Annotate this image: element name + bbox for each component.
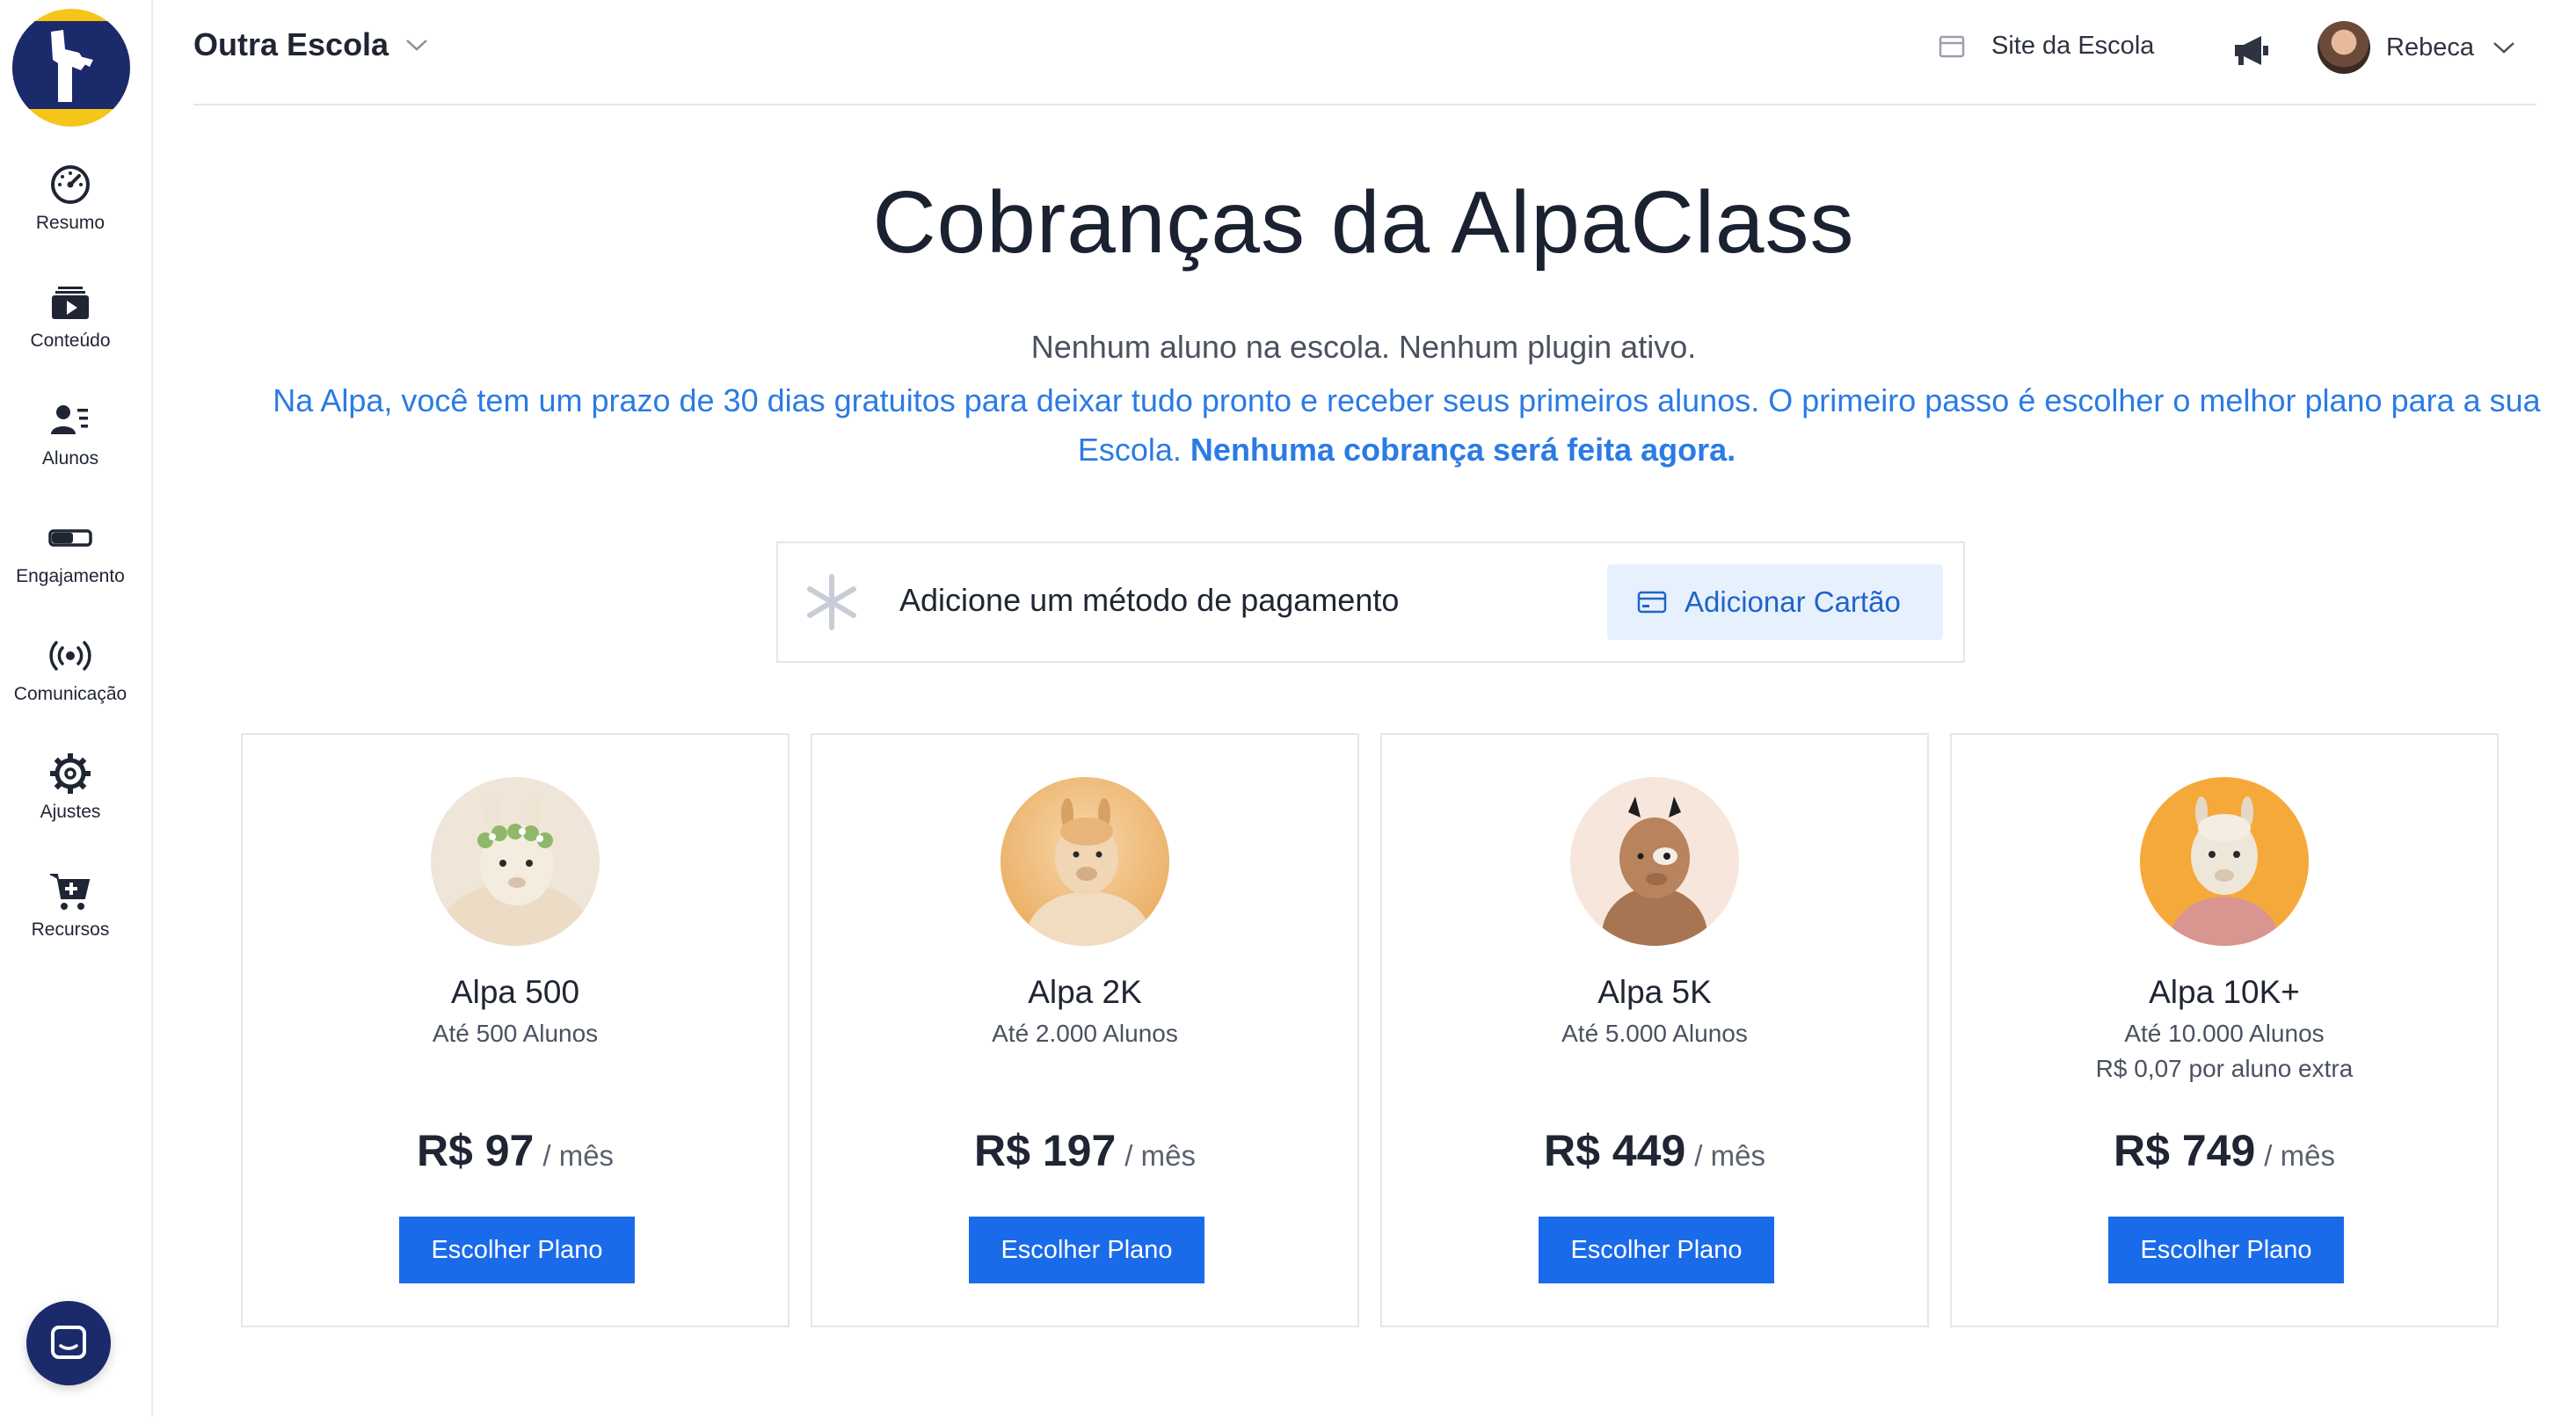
sidebar-item-label: Engajamento bbox=[16, 566, 125, 586]
sidebar: Resumo Conteúdo Alunos Engajamento Comun… bbox=[0, 0, 153, 1417]
plan-card-alpa-10k: Alpa 10K+ Até 10.000 Alunos R$ 0,07 por … bbox=[1950, 733, 2499, 1327]
no-charge-notice: Nenhuma cobrança será feita agora. bbox=[1190, 432, 1736, 468]
payment-prompt: Adicione um método de pagamento bbox=[899, 582, 1400, 618]
plan-pricing: R$ 97/ mês bbox=[243, 1125, 788, 1176]
user-name: Rebeca bbox=[2386, 33, 2474, 62]
sidebar-item-conteudo[interactable]: Conteúdo bbox=[0, 280, 141, 352]
alpaca-tan-image bbox=[1001, 777, 1169, 946]
choose-plan-button[interactable]: Escolher Plano bbox=[2108, 1217, 2344, 1283]
plan-capacity: Até 2.000 Alunos bbox=[992, 1020, 1178, 1047]
sidebar-item-label: Ajustes bbox=[40, 802, 101, 822]
sidebar-item-label: Resumo bbox=[35, 213, 106, 233]
cart-plus-icon bbox=[50, 874, 91, 910]
plan-image bbox=[1570, 777, 1739, 946]
add-card-button[interactable]: Adicionar Cartão bbox=[1607, 564, 1943, 640]
alpaca-logo-icon bbox=[51, 30, 93, 102]
plan-pricing: R$ 197/ mês bbox=[812, 1125, 1357, 1176]
gear-icon bbox=[50, 753, 91, 794]
plan-name: Alpa 5K bbox=[1597, 974, 1712, 1010]
choose-plan-button[interactable]: Escolher Plano bbox=[969, 1217, 1204, 1283]
sidebar-item-label: Conteúdo bbox=[30, 331, 111, 351]
header-divider bbox=[193, 104, 2536, 105]
asterisk-icon bbox=[807, 574, 856, 630]
browser-window-icon bbox=[1939, 35, 1965, 57]
gauge-icon bbox=[51, 165, 90, 204]
sidebar-item-ajustes[interactable]: Ajustes bbox=[0, 751, 141, 823]
plan-capacity: Até 10.000 Alunos bbox=[2124, 1020, 2325, 1047]
plan-image bbox=[2140, 777, 2309, 946]
site-link-label: Site da Escola bbox=[1991, 32, 2155, 60]
choose-plan-button[interactable]: Escolher Plano bbox=[1539, 1217, 1774, 1283]
page-title: Cobranças da AlpaClass bbox=[872, 173, 1855, 272]
alpaca-flower-crown-image bbox=[431, 777, 600, 946]
plan-price: R$ 197 bbox=[974, 1126, 1117, 1175]
video-library-icon bbox=[52, 287, 89, 319]
plan-name: Alpa 500 bbox=[450, 974, 580, 1010]
plan-period: / mês bbox=[1124, 1139, 1196, 1172]
plan-extra-fee: R$ 0,07 por aluno extra bbox=[2095, 1055, 2354, 1082]
chat-support-button[interactable] bbox=[26, 1301, 111, 1385]
school-name: Outra Escola bbox=[193, 26, 389, 62]
sidebar-item-recursos[interactable]: Recursos bbox=[0, 868, 141, 941]
plan-card-alpa-2k: Alpa 2K Até 2.000 Alunos R$ 197/ mês Esc… bbox=[811, 733, 1359, 1327]
students-icon bbox=[51, 405, 88, 434]
plan-pricing: R$ 749/ mês bbox=[1952, 1125, 2497, 1176]
plan-period: / mês bbox=[2264, 1139, 2335, 1172]
plan-period: / mês bbox=[1694, 1139, 1765, 1172]
user-menu[interactable]: Rebeca bbox=[2318, 21, 2516, 74]
sidebar-item-resumo[interactable]: Resumo bbox=[0, 162, 141, 234]
broadcast-icon bbox=[49, 641, 91, 671]
chevron-down-icon bbox=[2493, 42, 2514, 54]
alpaca-sweater-image bbox=[2140, 777, 2309, 946]
sidebar-item-engajamento[interactable]: Engajamento bbox=[0, 515, 141, 587]
school-switcher[interactable]: Outra Escola bbox=[193, 26, 429, 63]
megaphone-icon bbox=[2235, 36, 2268, 65]
sidebar-item-comunicacao[interactable]: Comunicação bbox=[0, 633, 141, 705]
plan-name: Alpa 2K bbox=[1028, 974, 1142, 1010]
plan-card-alpa-5k: Alpa 5K Até 5.000 Alunos R$ 449/ mês Esc… bbox=[1380, 733, 1929, 1327]
plan-card-alpa-500: Alpa 500 Até 500 Alunos R$ 97/ mês Escol… bbox=[241, 733, 790, 1327]
sidebar-item-label: Comunicação bbox=[13, 684, 127, 704]
payment-method-box: Adicione um método de pagamento Adiciona… bbox=[776, 541, 1965, 663]
choose-plan-button[interactable]: Escolher Plano bbox=[399, 1217, 635, 1283]
plan-name: Alpa 10K+ bbox=[2149, 974, 2300, 1010]
plan-price: R$ 97 bbox=[416, 1126, 535, 1175]
alpaca-brown-image bbox=[1570, 777, 1739, 946]
plan-price: R$ 449 bbox=[1544, 1126, 1686, 1175]
plan-price: R$ 749 bbox=[2114, 1126, 2256, 1175]
plan-capacity: Até 500 Alunos bbox=[432, 1020, 599, 1047]
plan-capacity: Até 5.000 Alunos bbox=[1561, 1020, 1748, 1047]
sidebar-item-label: Alunos bbox=[41, 448, 99, 469]
plan-period: / mês bbox=[542, 1139, 615, 1172]
plan-image bbox=[1001, 777, 1169, 946]
credit-card-icon bbox=[1637, 591, 1667, 614]
sidebar-item-label: Recursos bbox=[31, 919, 110, 940]
plan-image bbox=[431, 777, 600, 946]
chat-icon bbox=[51, 1326, 86, 1359]
trial-info: Na Alpa, você tem um prazo de 30 dias gr… bbox=[264, 376, 2550, 475]
avatar bbox=[2318, 21, 2370, 74]
chevron-down-icon bbox=[406, 40, 427, 51]
add-card-label: Adicionar Cartão bbox=[1685, 585, 1901, 618]
announcements-button[interactable] bbox=[2233, 33, 2272, 73]
alpaclass-logo[interactable] bbox=[12, 9, 130, 127]
school-status: Nenhum aluno na escola. Nenhum plugin at… bbox=[1030, 329, 1697, 365]
school-site-link[interactable]: Site da Escola bbox=[1939, 32, 2154, 61]
sidebar-item-alunos[interactable]: Alunos bbox=[0, 397, 141, 469]
toggle-icon bbox=[48, 529, 92, 547]
plan-pricing: R$ 449/ mês bbox=[1382, 1125, 1927, 1176]
